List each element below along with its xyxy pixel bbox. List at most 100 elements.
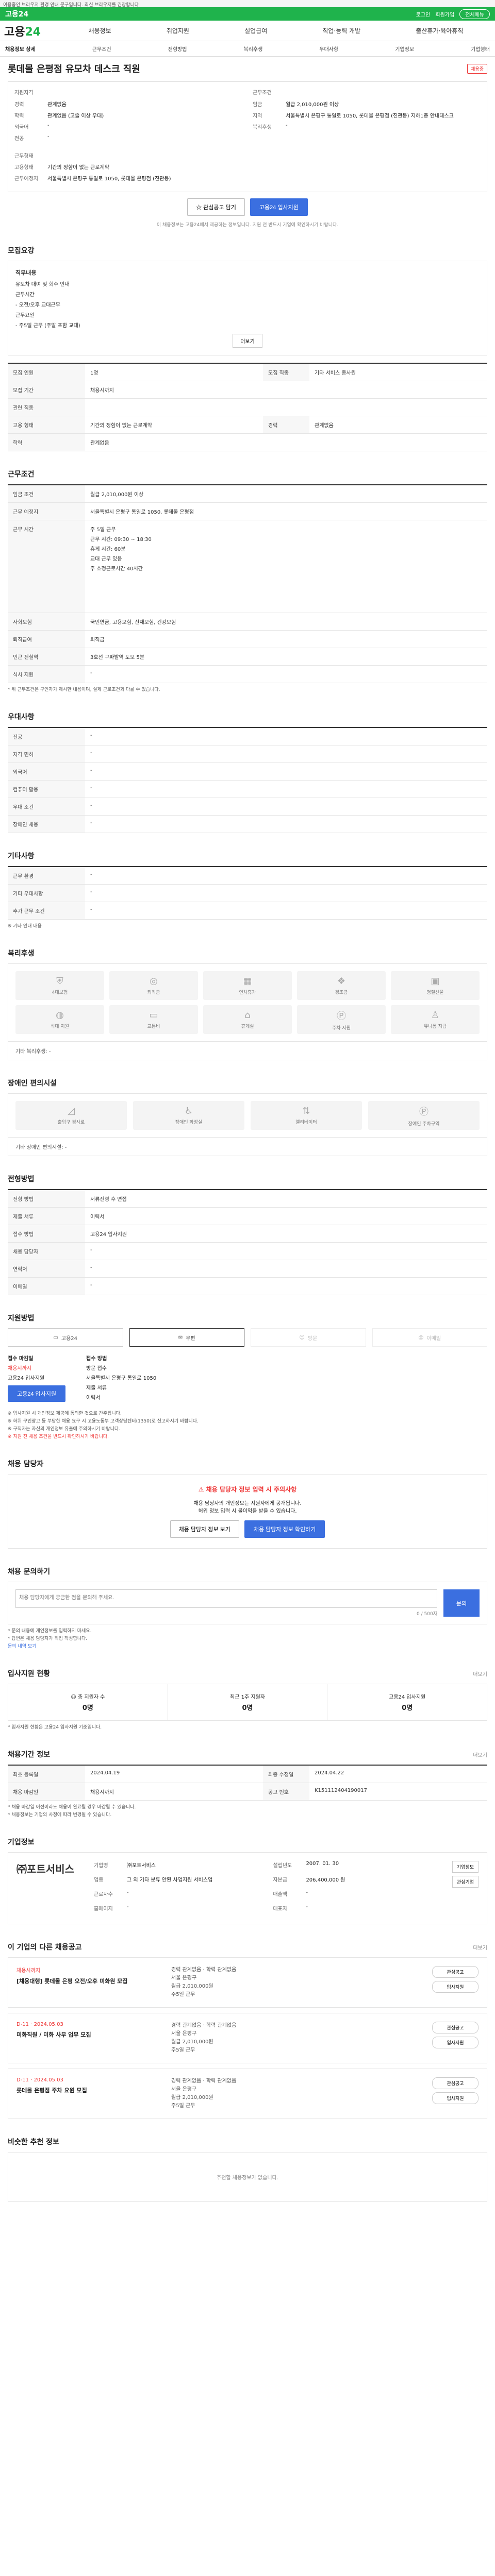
tab-welfare[interactable]: 복리후생	[244, 45, 263, 53]
apply-button[interactable]: 고용24 입사지원	[250, 198, 308, 216]
person-icon: ☺	[299, 1334, 305, 1341]
job-card[interactable]: 채용시까지 [채용대행] 롯데몰 은평 오전/오후 미화원 모집 경력 관계없음 …	[8, 1957, 487, 2008]
row-header: 장애인 채용	[8, 816, 85, 833]
company-value: ㈜포트서비스	[127, 1863, 156, 1869]
recruit-line: 근무시간	[15, 292, 35, 298]
bullet-line: ※ 입사지원 시 개인정보 제공에 동의한 것으로 간주됩니다.	[8, 1411, 122, 1416]
contact-view-button[interactable]: 채용 담당자 정보 보기	[170, 1520, 239, 1538]
method-email[interactable]: @ 이메일	[372, 1328, 487, 1347]
job-card[interactable]: D-11 · 2024.05.03 미화직원 / 미화 사무 업무 모집 경력 관…	[8, 2013, 487, 2063]
welfare-label: 교통비	[147, 1024, 160, 1029]
section-recruit: 모집요강	[8, 247, 35, 255]
job-apply-button[interactable]: 입사지원	[432, 1981, 478, 1993]
selection-table: 전형 방법 서류전형 후 면접 제출 서류 이력서 접수 방법 고용24 입사지원 채…	[8, 1189, 487, 1295]
interest-label: 관심공고 담기	[203, 205, 236, 211]
bullet-line: ※ 허위 구인광고 등 부당한 채용 요구 시 고용노동부 고객상담센터(135…	[8, 1419, 199, 1424]
nav-parental-leave[interactable]: 출산휴가·육아휴직	[416, 26, 463, 35]
interest-button[interactable]: ☆ 관심공고 담기	[187, 198, 245, 216]
warning-title: 채용 담당자 정보 입력 시 주의사항	[206, 1486, 297, 1493]
qa-notes: * 문의 내용에 개인정보를 입력하지 마세요. * 답변은 채용 담당자가 직…	[8, 1628, 487, 1651]
conditions-table: 임금 조건 월급 2,010,000원 이상 근무 예정지 서울특별시 은평구 통일…	[8, 484, 487, 683]
job-card[interactable]: D-11 · 2024.05.03 롯데몰 은평점 주차 요원 모집 경력 관계없…	[8, 2069, 487, 2119]
summary-key: 근무예정지	[14, 176, 38, 182]
site-logo[interactable]: 고용24	[4, 23, 61, 39]
period-note: * 채용 마감일 이전이라도 채용이 완료될 경우 마감될 수 있습니다.	[8, 1805, 136, 1810]
recruit-line: - 주5일 근무 (주말 포함 교대)	[15, 323, 80, 329]
tab-company-type[interactable]: 기업형태	[471, 45, 490, 53]
summary-key: 외국어	[14, 125, 29, 130]
section-welfare: 복리후생	[8, 950, 35, 958]
row-header: 관련 직종	[8, 399, 85, 416]
disabled-item: ◿ 출입구 경사로	[15, 1101, 127, 1130]
all-menu-button[interactable]: 전체메뉴	[459, 9, 490, 19]
company-info: 기업명 ㈜포트서비스 설립년도 2007. 01. 30 업종 그 외 기타 분류 안…	[94, 1861, 442, 1916]
signup-link[interactable]: 회원가입	[435, 10, 454, 18]
job-title-link[interactable]: 롯데몰 은평점 주차 요원 모집	[16, 2086, 161, 2094]
summary-key: 지역	[253, 113, 262, 119]
box-icon: ▣	[431, 976, 440, 987]
detail-table: 모집 인원 1명 모집 직종 기타 서비스 종사원 모집 기간 채용시까지 관련 직종 …	[8, 363, 487, 451]
method-visit[interactable]: ☺ 방문	[251, 1328, 366, 1347]
qa-submit-button[interactable]: 문의	[443, 1589, 480, 1617]
row-value: 2024.04.19	[90, 1770, 120, 1776]
section-similar: 비슷한 추천 정보	[8, 2138, 59, 2146]
period-more-link[interactable]: 더보기	[473, 1751, 487, 1758]
welfare-label: 휴게실	[241, 1024, 254, 1029]
qa-history-link[interactable]: 문의 내역 보기	[8, 1644, 36, 1649]
welfare-label: 주차 지원	[332, 1025, 351, 1031]
other-jobs-more-link[interactable]: 더보기	[473, 1943, 487, 1951]
method-label: 이메일	[426, 1335, 441, 1342]
summary-value: 월급 2,010,000원 이상	[286, 102, 339, 108]
recruit-line: 근무요일	[15, 313, 35, 318]
method-online[interactable]: ▭ 고용24	[8, 1328, 123, 1347]
method-post[interactable]: ✉ 우편	[129, 1328, 244, 1347]
row-header: 연락처	[8, 1260, 85, 1277]
meal-icon: ◍	[56, 1010, 64, 1021]
job-apply-button[interactable]: 입사지원	[432, 2092, 478, 2104]
nav-unemployment[interactable]: 실업급여	[244, 26, 267, 35]
job-title-link[interactable]: [채용대행] 롯데몰 은평 오전/오후 미화원 모집	[16, 1977, 161, 1985]
job-apply-button[interactable]: 입사지원	[432, 2037, 478, 2048]
login-link[interactable]: 로그인	[416, 10, 431, 18]
company-value: -	[127, 1904, 129, 1910]
tab-selection[interactable]: 전형방법	[168, 45, 187, 53]
job-interest-button[interactable]: 관심공고	[432, 2077, 478, 2089]
row-header: 모집 인원	[8, 364, 85, 381]
status-more-link[interactable]: 더보기	[473, 1670, 487, 1677]
welfare-label: 경조금	[335, 990, 348, 995]
disabled-label: 장애인 주차구역	[408, 1121, 440, 1127]
job-title: 롯데몰 은평점 유모차 데스크 직원	[8, 64, 140, 75]
row-header: 모집 기간	[8, 381, 85, 398]
tab-company[interactable]: 기업정보	[395, 45, 414, 53]
company-key: 홈페이지	[94, 1906, 113, 1912]
status-note: * 입사지원 현황은 고용24 입사지원 기준입니다.	[8, 1725, 102, 1730]
job-interest-button[interactable]: 관심공고	[432, 2022, 478, 2033]
welfare-label: 연차휴가	[239, 990, 256, 995]
row-value: 채용시까지	[90, 1790, 114, 1795]
job-interest-button[interactable]: 관심공고	[432, 1966, 478, 1978]
star-icon: ☆	[196, 205, 204, 211]
tab-conditions[interactable]: 근무조건	[92, 45, 111, 53]
row-header: 우대 조건	[8, 798, 85, 815]
summary-value: -	[286, 123, 288, 128]
apply-online-button[interactable]: 고용24 입사지원	[8, 1385, 66, 1402]
nav-training[interactable]: 직업·능력 개발	[322, 26, 360, 35]
row-value: -	[90, 733, 92, 738]
tab-detail[interactable]: 채용정보 상세	[5, 45, 36, 53]
company-info-button[interactable]: 기업정보	[452, 1861, 478, 1873]
qa-input[interactable]	[15, 1589, 437, 1608]
contact-confirm-button[interactable]: 채용 담당자 정보 확인하기	[244, 1520, 325, 1538]
apply-left-line: 채용시까지	[8, 1366, 31, 1371]
job-meta: 서울 은평구	[171, 2031, 197, 2037]
job-title-link[interactable]: 미화직원 / 미화 사무 업무 모집	[16, 2030, 161, 2039]
recruit-more-button[interactable]: 더보기	[233, 334, 262, 348]
nav-employment-support[interactable]: 취업지원	[167, 26, 189, 35]
tab-preference[interactable]: 우대사항	[319, 45, 338, 53]
row-header: 모집 직종	[263, 364, 309, 381]
nav-jobs[interactable]: 채용정보	[89, 26, 111, 35]
stat-label: 고용24 입사지원	[389, 1694, 426, 1700]
row-value: 채용시까지	[90, 388, 114, 394]
gnb-logo[interactable]: 고용24	[5, 9, 28, 19]
job-date: D-11 · 2024.05.03	[16, 2022, 63, 2027]
company-favorite-button[interactable]: 관심기업	[452, 1876, 478, 1888]
